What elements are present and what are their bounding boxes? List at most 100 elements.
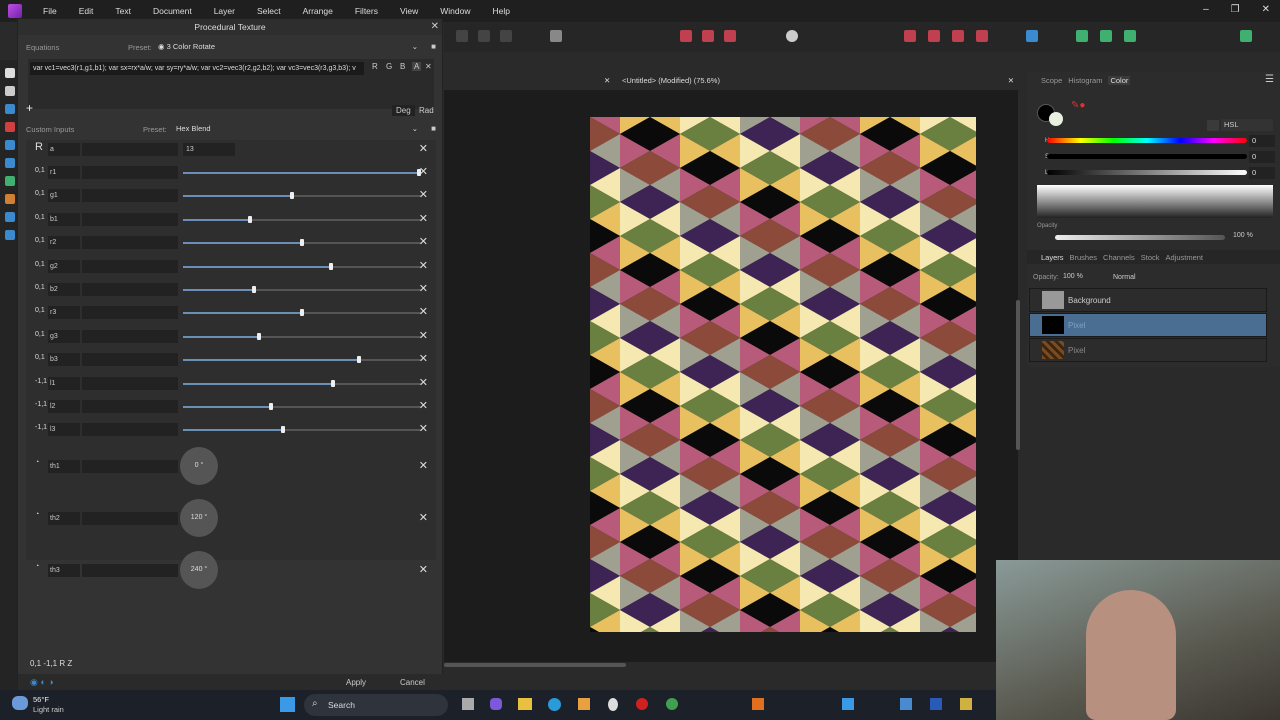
taskbar-app-icon[interactable] xyxy=(842,698,854,710)
close-dialog-icon[interactable]: ✕ xyxy=(431,21,439,32)
menu-window[interactable]: Window xyxy=(440,6,470,16)
tab-brushes[interactable]: Brushes xyxy=(1070,253,1098,262)
remove-input-icon[interactable]: ✕ xyxy=(419,165,428,178)
channel-r[interactable]: R xyxy=(372,62,378,71)
taskbar-search[interactable]: ⌕ Search xyxy=(304,694,448,716)
tool-icon[interactable] xyxy=(5,140,15,150)
preset-menu-icon[interactable]: ■ xyxy=(431,42,436,51)
hand-tool-icon[interactable] xyxy=(5,68,15,78)
input-name[interactable]: a xyxy=(48,143,80,156)
hue-slider[interactable] xyxy=(1047,138,1247,143)
slider-thumb[interactable] xyxy=(269,403,274,410)
store-icon[interactable] xyxy=(578,698,590,710)
slider-thumb[interactable] xyxy=(247,215,252,223)
slider-thumb[interactable] xyxy=(300,239,304,247)
menu-arrange[interactable]: Arrange xyxy=(303,6,333,16)
menu-help[interactable]: Help xyxy=(493,6,510,16)
layer-row-selected[interactable]: Pixel xyxy=(1029,313,1267,337)
tab-channels[interactable]: Channels xyxy=(1103,253,1135,262)
toolbar-icon[interactable] xyxy=(1100,30,1112,42)
assistant-icon[interactable] xyxy=(786,30,798,42)
remove-input-icon[interactable]: ✕ xyxy=(419,511,428,524)
input-desc[interactable] xyxy=(82,212,178,226)
slider-thumb[interactable] xyxy=(328,262,333,270)
toolbar-icon[interactable] xyxy=(456,30,468,42)
remove-input-icon[interactable]: ✕ xyxy=(419,422,428,435)
chrome-icon[interactable] xyxy=(666,698,678,710)
saturation-slider[interactable] xyxy=(1047,154,1247,159)
toolbar-icon[interactable] xyxy=(724,30,736,42)
opacity-value[interactable]: 100 % xyxy=(1233,232,1253,239)
taskbar-app-icon[interactable] xyxy=(752,698,764,710)
tab-histogram[interactable]: Histogram xyxy=(1068,76,1102,85)
toolbar-icon[interactable] xyxy=(478,30,490,42)
equation-input[interactable]: var vc1=vec3(r1,g1,b1); var sx=rx*a/w; v… xyxy=(30,62,364,75)
toolbar-icon[interactable] xyxy=(702,30,714,42)
panel-menu-icon[interactable]: ☰ xyxy=(1265,74,1274,85)
slider-l3[interactable] xyxy=(183,426,421,434)
taskbar-app-icon[interactable] xyxy=(490,698,502,710)
alienware-icon[interactable] xyxy=(608,698,618,711)
angle-knob-th2[interactable]: 120 ° xyxy=(180,499,218,537)
tab-color[interactable]: Color xyxy=(1108,76,1131,85)
input-desc[interactable] xyxy=(82,329,178,343)
input-desc[interactable] xyxy=(82,423,178,437)
toolbar-icon[interactable] xyxy=(680,30,692,42)
menu-text[interactable]: Text xyxy=(115,6,131,16)
input-desc[interactable] xyxy=(82,143,178,156)
input-desc[interactable] xyxy=(82,259,178,273)
slider-l1[interactable] xyxy=(183,379,421,387)
opera-icon[interactable] xyxy=(636,698,648,710)
remove-input-icon[interactable]: ✕ xyxy=(419,329,428,342)
tab-scope[interactable]: Scope xyxy=(1041,76,1062,85)
channel-a[interactable]: A xyxy=(412,62,422,71)
tool-icon[interactable] xyxy=(5,104,15,114)
lock-icon[interactable] xyxy=(1207,120,1219,131)
apply-button[interactable]: Apply xyxy=(346,678,366,687)
input-name[interactable]: r3 xyxy=(48,306,80,320)
remove-input-icon[interactable]: ✕ xyxy=(419,352,428,365)
custom-preset-select[interactable]: Hex Blend ⌄ xyxy=(176,122,420,136)
toolbar-icon[interactable] xyxy=(1124,30,1136,42)
slider-r1[interactable] xyxy=(183,169,421,176)
slider-thumb[interactable] xyxy=(357,356,362,364)
weather-icon[interactable] xyxy=(12,696,28,710)
input-name[interactable]: th1 xyxy=(48,460,80,473)
tool-icon[interactable] xyxy=(5,212,15,222)
slider-b2[interactable] xyxy=(183,286,421,293)
menu-layer[interactable]: Layer xyxy=(214,6,235,16)
file-explorer-icon[interactable] xyxy=(518,698,532,710)
tab-stock[interactable]: Stock xyxy=(1141,253,1160,262)
slider-g2[interactable] xyxy=(183,262,421,270)
input-type-buttons[interactable]: 0,1 -1,1 R Z xyxy=(30,659,72,668)
color-picker-icon[interactable]: ✎● xyxy=(1071,100,1085,111)
slider-thumb[interactable] xyxy=(290,192,295,200)
toolbar-icon[interactable] xyxy=(1076,30,1088,42)
maximize-icon[interactable]: ❐ xyxy=(1231,4,1240,15)
input-desc[interactable] xyxy=(82,189,178,203)
secondary-color-swatch[interactable] xyxy=(1049,112,1063,126)
remove-input-icon[interactable]: ✕ xyxy=(419,305,428,318)
saturation-value[interactable]: 0 xyxy=(1249,151,1275,163)
slider-thumb[interactable] xyxy=(257,332,262,340)
add-equation-button[interactable]: + xyxy=(26,101,33,115)
a-value-stepper[interactable]: 13 xyxy=(183,143,235,156)
remove-equation-icon[interactable]: ✕ xyxy=(425,62,432,71)
canvas-area[interactable] xyxy=(444,72,1018,662)
input-desc[interactable] xyxy=(82,512,178,525)
edge-icon[interactable] xyxy=(548,698,561,711)
lightness-value[interactable]: 0 xyxy=(1249,167,1275,179)
blend-mode-select[interactable]: Normal xyxy=(1113,274,1136,281)
preset-menu-icon[interactable]: ■ xyxy=(431,124,436,133)
menu-filters[interactable]: Filters xyxy=(355,6,378,16)
slider-thumb[interactable] xyxy=(280,426,285,434)
color-mode-select[interactable]: HSL xyxy=(1221,119,1273,131)
remove-input-icon[interactable]: ✕ xyxy=(419,399,428,412)
tab-layers[interactable]: Layers xyxy=(1041,253,1064,262)
input-name[interactable]: r2 xyxy=(48,236,80,250)
opacity-slider[interactable] xyxy=(1055,235,1225,240)
layer-row[interactable]: Pixel xyxy=(1029,338,1267,362)
vertical-scrollbar[interactable] xyxy=(1016,300,1020,450)
horizontal-scrollbar[interactable] xyxy=(444,663,626,667)
rad-button[interactable]: Rad xyxy=(417,105,436,116)
